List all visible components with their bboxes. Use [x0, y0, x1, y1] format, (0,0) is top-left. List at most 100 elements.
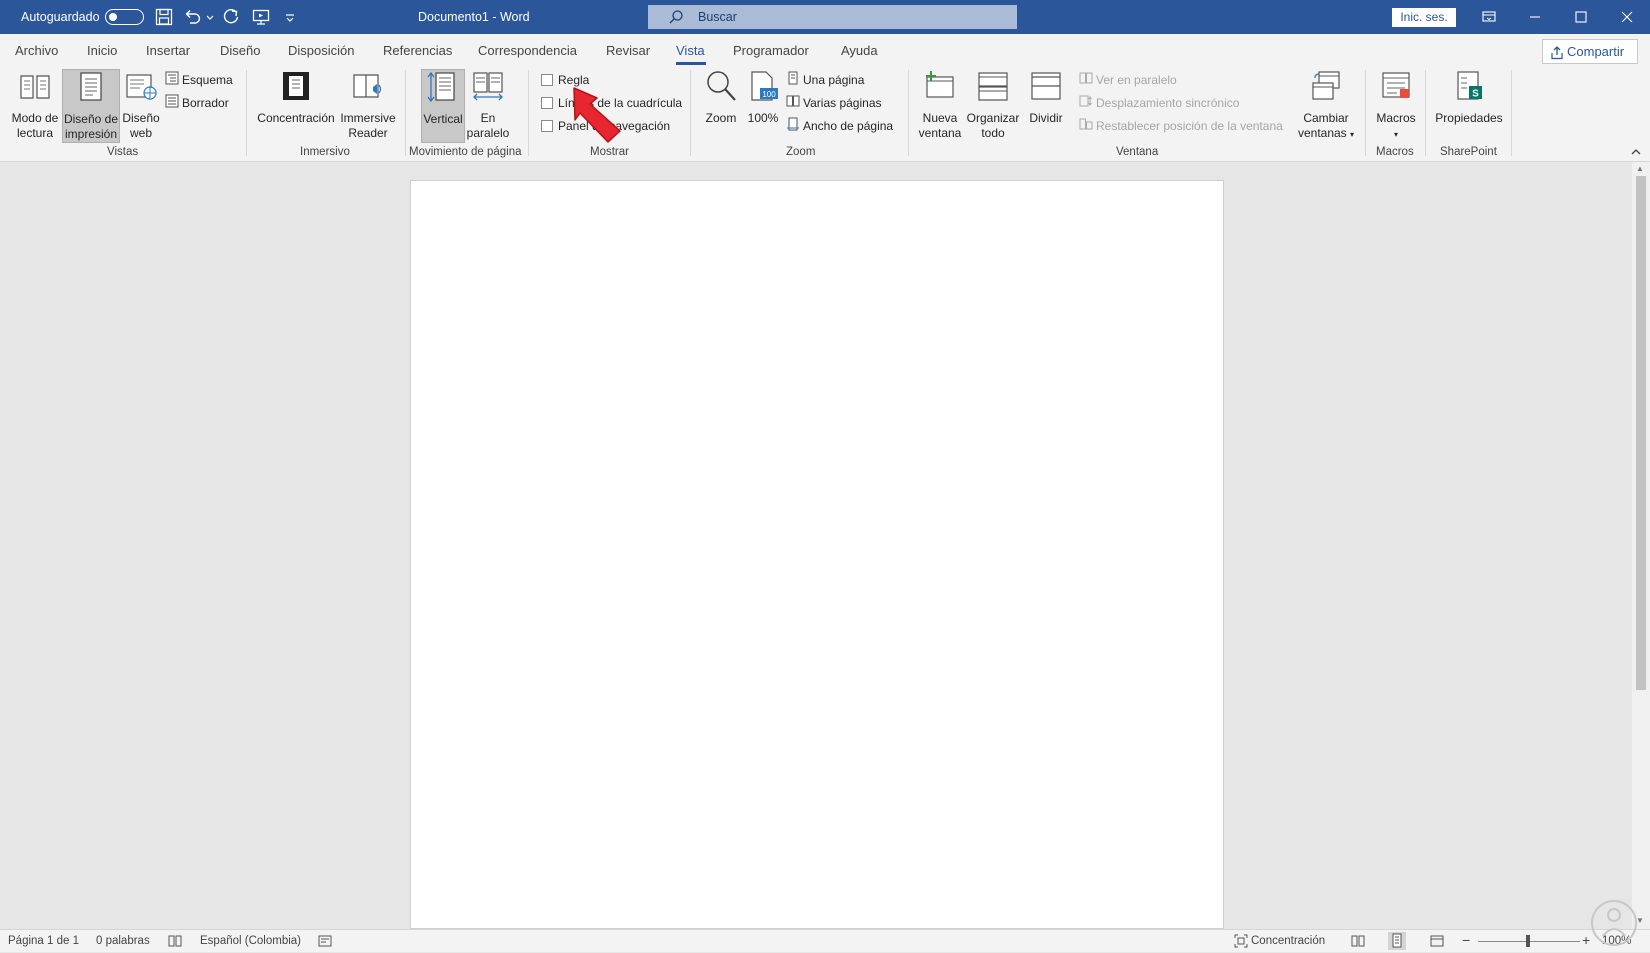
redo-icon[interactable]: [221, 7, 243, 27]
print-layout-status-icon[interactable]: [1388, 932, 1406, 950]
page-width-button[interactable]: Ancho de página: [786, 116, 893, 136]
outline-button[interactable]: Esquema: [165, 70, 233, 90]
print-layout-button[interactable]: Diseño de impresión: [62, 69, 120, 143]
side-to-side-label-1: En: [480, 111, 496, 125]
immersive-reader-button[interactable]: Immersive Reader: [339, 69, 397, 141]
web-layout-icon: [121, 69, 161, 107]
word-count[interactable]: 0 palabras: [96, 935, 150, 947]
properties-label: Propiedades: [1435, 111, 1503, 125]
zoom-out-icon[interactable]: −: [1462, 932, 1470, 948]
split-button[interactable]: Dividir: [1023, 69, 1069, 141]
zoom-100-label: 100%: [747, 111, 779, 125]
document-area: [0, 162, 1650, 929]
save-icon[interactable]: [154, 7, 176, 27]
one-page-label: Una página: [803, 73, 865, 87]
language-indicator[interactable]: Español (Colombia): [200, 935, 301, 947]
collapse-ribbon-icon[interactable]: [1630, 146, 1642, 161]
search-placeholder: Buscar: [698, 10, 737, 24]
proofing-icon[interactable]: [168, 934, 182, 951]
maximize-icon[interactable]: [1558, 0, 1604, 34]
immersive-reader-label-2: Reader: [348, 126, 388, 140]
tab-inicio[interactable]: Inicio: [87, 43, 117, 58]
navigation-pane-checkbox[interactable]: [541, 120, 553, 132]
draft-button[interactable]: Borrador: [165, 93, 229, 113]
tab-archivo[interactable]: Archivo: [15, 43, 58, 58]
zoom-100-button[interactable]: 100 100%: [743, 69, 783, 141]
minimize-icon[interactable]: [1512, 0, 1558, 34]
tab-referencias[interactable]: Referencias: [383, 43, 452, 58]
web-layout-label-1: Diseño: [122, 111, 160, 125]
multiple-pages-button[interactable]: Varias páginas: [786, 93, 882, 113]
scroll-up-icon[interactable]: ▲: [1636, 164, 1644, 173]
gridlines-checkbox[interactable]: [541, 97, 553, 109]
arrange-all-button[interactable]: Organizar todo: [965, 69, 1021, 141]
read-mode-status-icon[interactable]: [1351, 934, 1365, 951]
print-layout-icon: [63, 70, 119, 108]
macros-label: Macros: [1376, 111, 1416, 125]
switch-windows-chevron-icon: ▾: [1350, 130, 1355, 139]
zoom-button[interactable]: Zoom: [700, 69, 742, 141]
tab-disposicion[interactable]: Disposición: [288, 43, 354, 58]
focus-mode-label[interactable]: Concentración: [1251, 935, 1325, 947]
group-separator: [246, 70, 247, 156]
synchronous-scrolling-label: Desplazamiento sincrónico: [1096, 96, 1240, 110]
page-count[interactable]: Página 1 de 1: [8, 935, 79, 947]
synchronous-scrolling-icon: [1079, 94, 1093, 114]
switch-windows-label-2: ventanas: [1297, 126, 1347, 140]
tab-vista[interactable]: Vista: [676, 43, 705, 58]
scrollbar-thumb[interactable]: [1636, 176, 1646, 690]
svg-text:S: S: [1472, 89, 1479, 100]
view-side-by-side-button[interactable]: Ver en paralelo: [1079, 70, 1177, 90]
close-icon[interactable]: [1604, 0, 1650, 34]
read-mode-label-2: lectura: [16, 126, 54, 140]
web-layout-label-2: web: [129, 126, 152, 140]
document-page[interactable]: [410, 180, 1224, 929]
side-to-side-icon: [466, 69, 510, 107]
synchronous-scrolling-button[interactable]: Desplazamiento sincrónico: [1079, 93, 1239, 113]
focus-mode-icon[interactable]: [1234, 934, 1248, 951]
document-title: Documento1 - Word: [418, 10, 530, 24]
immersive-reader-icon: [339, 69, 397, 107]
group-label-vistas: Vistas: [107, 146, 139, 158]
web-layout-status-icon[interactable]: [1430, 934, 1444, 951]
group-label-movimiento: Movimiento de página: [409, 146, 522, 158]
share-button[interactable]: Compartir: [1542, 39, 1638, 64]
undo-icon[interactable]: [183, 7, 205, 27]
new-window-button[interactable]: Nueva ventana: [915, 69, 965, 141]
reset-window-position-icon: [1079, 117, 1093, 137]
read-mode-button[interactable]: Modo de lectura: [8, 69, 62, 141]
view-side-by-side-icon: [1079, 71, 1093, 91]
switch-windows-button[interactable]: Cambiar ventanas ▾: [1296, 69, 1356, 141]
focus-button[interactable]: Concentración: [254, 69, 338, 141]
tab-ayuda[interactable]: Ayuda: [841, 43, 878, 58]
one-page-button[interactable]: Una página: [786, 70, 864, 90]
present-icon[interactable]: [251, 7, 273, 27]
tab-correspondencia[interactable]: Correspondencia: [478, 43, 577, 58]
reset-window-position-button[interactable]: Restablecer posición de la ventana: [1079, 116, 1283, 136]
vertical-scrollbar[interactable]: ▲ ▼: [1632, 162, 1650, 929]
tab-diseno[interactable]: Diseño: [220, 43, 260, 58]
search-box[interactable]: Buscar: [648, 5, 1017, 29]
customize-qat-icon[interactable]: [283, 7, 297, 27]
autosave-toggle[interactable]: [105, 9, 144, 25]
tab-insertar[interactable]: Insertar: [146, 43, 190, 58]
macros-button[interactable]: Macros ▾: [1372, 69, 1420, 141]
accessibility-icon[interactable]: [318, 934, 332, 951]
ribbon-display-options-icon[interactable]: [1466, 0, 1512, 34]
properties-button[interactable]: S Propiedades: [1432, 69, 1506, 141]
undo-dropdown-icon[interactable]: [205, 7, 215, 27]
tab-revisar[interactable]: Revisar: [606, 43, 650, 58]
sign-in-button[interactable]: Inic. ses.: [1392, 8, 1456, 27]
search-icon: [668, 9, 684, 28]
vertical-movement-button[interactable]: Vertical: [421, 69, 465, 143]
zoom-slider[interactable]: [1478, 935, 1580, 947]
ruler-checkbox[interactable]: [541, 74, 553, 86]
group-separator: [690, 70, 691, 156]
side-to-side-button[interactable]: En paralelo: [466, 69, 510, 141]
tab-programador[interactable]: Programador: [733, 43, 809, 58]
zoom-slider-handle[interactable]: [1526, 935, 1530, 947]
title-bar: Autoguardado Documento1 - Word Buscar In…: [0, 0, 1650, 34]
read-mode-icon: [8, 69, 62, 107]
group-separator: [908, 70, 909, 156]
web-layout-button[interactable]: Diseño web: [121, 69, 161, 141]
